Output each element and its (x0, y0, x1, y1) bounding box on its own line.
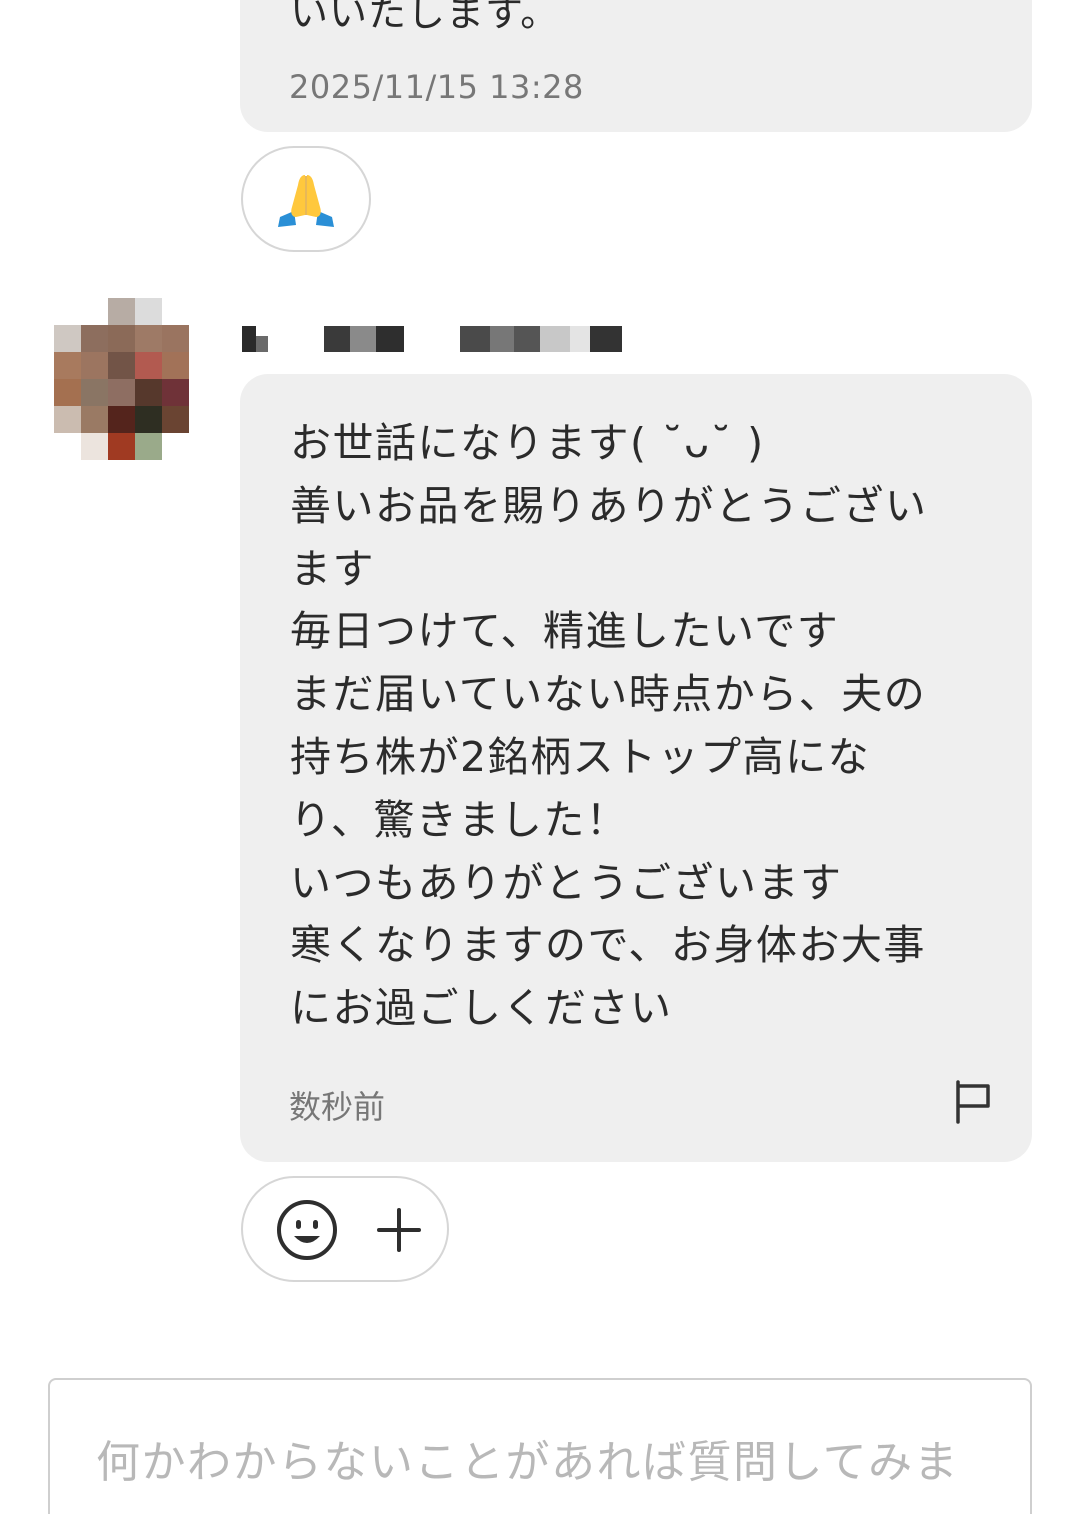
message-line: り、驚きました！ (290, 795, 629, 844)
message-line: お世話になります( ˘ᴗ˘ ) (290, 419, 765, 467)
report-button[interactable] (950, 1078, 994, 1128)
message-text: お世話になります( ˘ᴗ˘ ) 善いお品を賜りありがとうござい ます 毎日つけて… (290, 412, 990, 1040)
previous-message-timestamp: 2025/11/15 13:28 (289, 68, 584, 106)
message-line: いつもありがとうございます (290, 858, 843, 907)
message-line: ます (290, 544, 375, 593)
message-line: 毎日つけて、精進したいです (290, 607, 840, 656)
message-line: にお過ごしください (290, 984, 673, 1033)
sender-avatar[interactable] (54, 298, 189, 460)
plus-icon[interactable] (373, 1204, 425, 1256)
message-line: 寒くなりますので、お身体お大事 (290, 921, 926, 970)
message-line: 善いお品を賜りありがとうござい (290, 481, 928, 530)
previous-message-text: いいたします。 (290, 0, 560, 35)
message-line: まだ届いていない時点から、夫の (290, 670, 927, 719)
praying-hands-icon (278, 175, 334, 227)
flag-icon (956, 1080, 990, 1124)
smiley-icon[interactable] (275, 1198, 339, 1262)
message-line: 持ち株が2銘柄ストップ高にな (290, 732, 871, 781)
message-timestamp: 数秒前 (289, 1088, 386, 1126)
reaction-chip[interactable] (241, 146, 371, 252)
chat-screen: いいたします。 2025/11/15 13:28 お世話になります(˘ᴗ˘)… (0, 0, 1080, 1514)
sender-name (242, 322, 642, 356)
message-input-placeholder: 何かわからないことがあれば質問してみま (96, 1437, 960, 1488)
add-reaction-button[interactable] (241, 1176, 449, 1282)
